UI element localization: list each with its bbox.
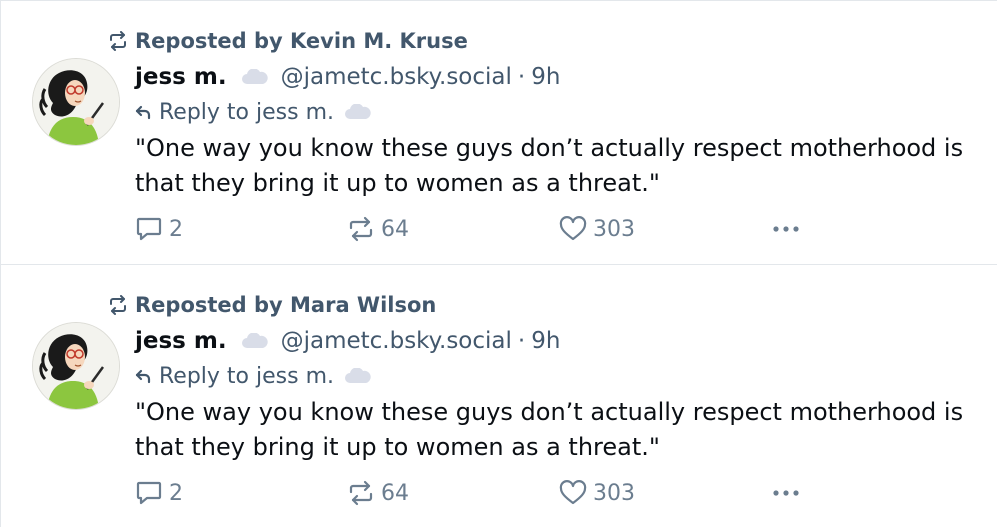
reply-to-label: Reply to jess m.: [159, 99, 334, 125]
feed: Reposted by Kevin M. Kruse jess m. @jame…: [0, 0, 997, 527]
more-options-button[interactable]: [771, 475, 801, 511]
post-actions: 2 64 303: [135, 211, 815, 247]
comment-icon: [135, 216, 163, 242]
avatar[interactable]: [33, 323, 119, 409]
repost-button[interactable]: 64: [347, 475, 409, 511]
more-options-icon: [771, 224, 801, 234]
heart-icon: [559, 480, 587, 506]
comment-icon: [135, 480, 163, 506]
reply-to-link[interactable]: Reply to jess m.: [135, 359, 977, 393]
reply-to-label: Reply to jess m.: [159, 363, 334, 389]
repost-icon: [107, 295, 129, 315]
repost-count: 64: [381, 216, 409, 242]
separator-dot: ·: [517, 328, 526, 354]
like-button[interactable]: 303: [559, 475, 635, 511]
cloud-icon: [344, 104, 372, 120]
reply-to-link[interactable]: Reply to jess m.: [135, 95, 977, 129]
post[interactable]: Reposted by Mara Wilson jess m. @jametc.…: [1, 264, 997, 527]
repost-count: 64: [381, 480, 409, 506]
post-timestamp[interactable]: 9h: [531, 64, 560, 90]
cloud-icon: [344, 368, 372, 384]
reposted-by-link[interactable]: Reposted by Kevin M. Kruse: [107, 27, 468, 55]
post-text: "One way you know these guys don’t actua…: [135, 134, 971, 197]
reposted-by-link[interactable]: Reposted by Mara Wilson: [107, 291, 436, 319]
repost-label: Reposted by Kevin M. Kruse: [135, 29, 468, 53]
cloud-icon: [241, 333, 269, 349]
reply-count: 2: [169, 216, 183, 242]
author-handle[interactable]: @jametc.bsky.social: [281, 328, 512, 354]
like-count: 303: [593, 216, 635, 242]
more-options-icon: [771, 488, 801, 498]
repost-icon: [347, 480, 375, 506]
more-options-button[interactable]: [771, 211, 801, 247]
heart-icon: [559, 216, 587, 242]
reply-arrow-icon: [135, 368, 151, 384]
author-display-name[interactable]: jess m.: [135, 328, 227, 354]
repost-button[interactable]: 64: [347, 211, 409, 247]
author-display-name[interactable]: jess m.: [135, 64, 227, 90]
post-actions: 2 64 303: [135, 475, 815, 511]
repost-icon: [107, 31, 129, 51]
post[interactable]: Reposted by Kevin M. Kruse jess m. @jame…: [1, 0, 997, 264]
reply-button[interactable]: 2: [135, 211, 183, 247]
post-text: "One way you know these guys don’t actua…: [135, 398, 971, 461]
like-count: 303: [593, 480, 635, 506]
avatar[interactable]: [33, 59, 119, 145]
reply-arrow-icon: [135, 104, 151, 120]
post-content: jess m. @jametc.bsky.social · 9h Reply t…: [135, 59, 977, 201]
author-row: jess m. @jametc.bsky.social · 9h: [135, 323, 977, 359]
reply-count: 2: [169, 480, 183, 506]
repost-icon: [347, 216, 375, 242]
reply-button[interactable]: 2: [135, 475, 183, 511]
separator-dot: ·: [517, 64, 526, 90]
post-content: jess m. @jametc.bsky.social · 9h Reply t…: [135, 323, 977, 465]
repost-label: Reposted by Mara Wilson: [135, 293, 437, 317]
post-timestamp[interactable]: 9h: [531, 328, 560, 354]
like-button[interactable]: 303: [559, 211, 635, 247]
author-handle[interactable]: @jametc.bsky.social: [281, 64, 512, 90]
cloud-icon: [241, 69, 269, 85]
author-row: jess m. @jametc.bsky.social · 9h: [135, 59, 977, 95]
